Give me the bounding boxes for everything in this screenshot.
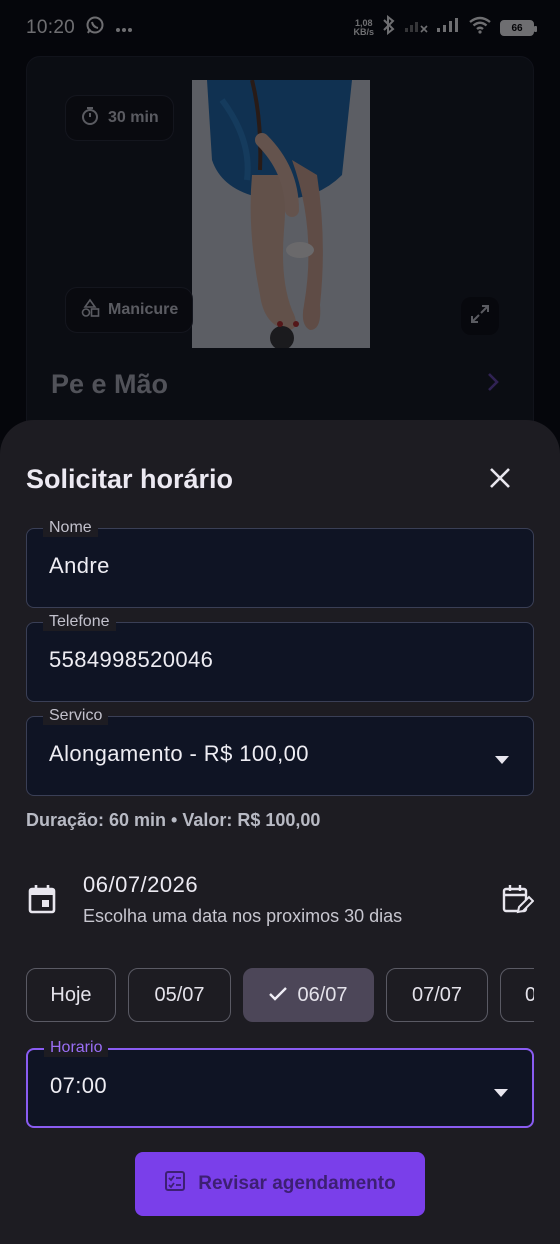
- close-icon: [489, 467, 511, 494]
- status-bar: 10:20 1,08 KB/s 66: [0, 0, 560, 56]
- whatsapp-icon: [85, 15, 105, 41]
- name-label: Nome: [43, 519, 98, 537]
- dropdown-arrow-icon[interactable]: [495, 751, 509, 769]
- expand-icon: [470, 304, 490, 329]
- date-chip[interactable]: 05/07: [128, 968, 231, 1022]
- time-value: 07:00: [50, 1073, 108, 1098]
- timer-icon: [80, 106, 100, 131]
- time-select[interactable]: Horario 07:00: [26, 1039, 534, 1128]
- close-button[interactable]: [482, 462, 518, 498]
- date-chip[interactable]: 08: [500, 968, 534, 1022]
- review-booking-button[interactable]: Revisar agendamento: [135, 1152, 425, 1216]
- name-field[interactable]: Nome Andre: [26, 519, 534, 608]
- status-time: 10:20: [26, 17, 76, 38]
- check-icon: [269, 984, 288, 1007]
- booking-sheet: Solicitar horário Nome Andre Telefone 55…: [0, 420, 560, 1244]
- wifi-icon: [468, 16, 492, 40]
- service-photo: [192, 80, 370, 348]
- duration-chip: 30 min: [65, 95, 174, 141]
- edit-calendar-icon[interactable]: [502, 884, 535, 921]
- shapes-icon: [80, 298, 100, 323]
- bluetooth-icon: [382, 14, 396, 41]
- date-picker-row[interactable]: 06/07/2026 Escolha uma data nos proximos…: [26, 870, 536, 934]
- checklist-icon: [164, 1170, 186, 1198]
- date-chip-selected[interactable]: 06/07: [243, 968, 374, 1022]
- service-title: Pe e Mão: [51, 369, 169, 399]
- battery-icon: 66: [500, 20, 537, 36]
- dropdown-arrow-icon[interactable]: [494, 1084, 508, 1102]
- date-hint: Escolha uma data nos proximos 30 dias: [83, 906, 403, 926]
- phone-value[interactable]: 5584998520046: [49, 647, 213, 673]
- category-chip: Manicure: [65, 287, 194, 333]
- service-value: Alongamento - R$ 100,00: [49, 741, 309, 766]
- service-label: Servico: [43, 707, 109, 725]
- expand-button[interactable]: [461, 297, 499, 335]
- service-card[interactable]: 30 min Manicure Pe e Mão: [26, 56, 534, 436]
- time-label: Horario: [44, 1039, 109, 1057]
- calendar-icon: [28, 884, 56, 919]
- signal-off-icon: [404, 17, 428, 39]
- phone-label: Telefone: [43, 613, 116, 631]
- phone-field[interactable]: Telefone 5584998520046: [26, 613, 534, 702]
- chevron-right-icon[interactable]: [485, 371, 501, 398]
- selected-date: 06/07/2026: [83, 872, 199, 897]
- signal-icon: [436, 17, 460, 39]
- sheet-title: Solicitar horário: [26, 464, 234, 494]
- name-value[interactable]: Andre: [49, 553, 110, 579]
- date-chip[interactable]: 07/07: [386, 968, 488, 1022]
- date-chips: Hoje 05/07 06/07 07/07 08: [26, 968, 534, 1022]
- date-chip-today[interactable]: Hoje: [26, 968, 116, 1022]
- service-summary: Duração: 60 min • Valor: R$ 100,00: [26, 810, 321, 830]
- more-icon: [115, 17, 133, 39]
- service-select[interactable]: Servico Alongamento - R$ 100,00: [26, 707, 534, 796]
- net-speed: 1,08 KB/s: [353, 18, 374, 37]
